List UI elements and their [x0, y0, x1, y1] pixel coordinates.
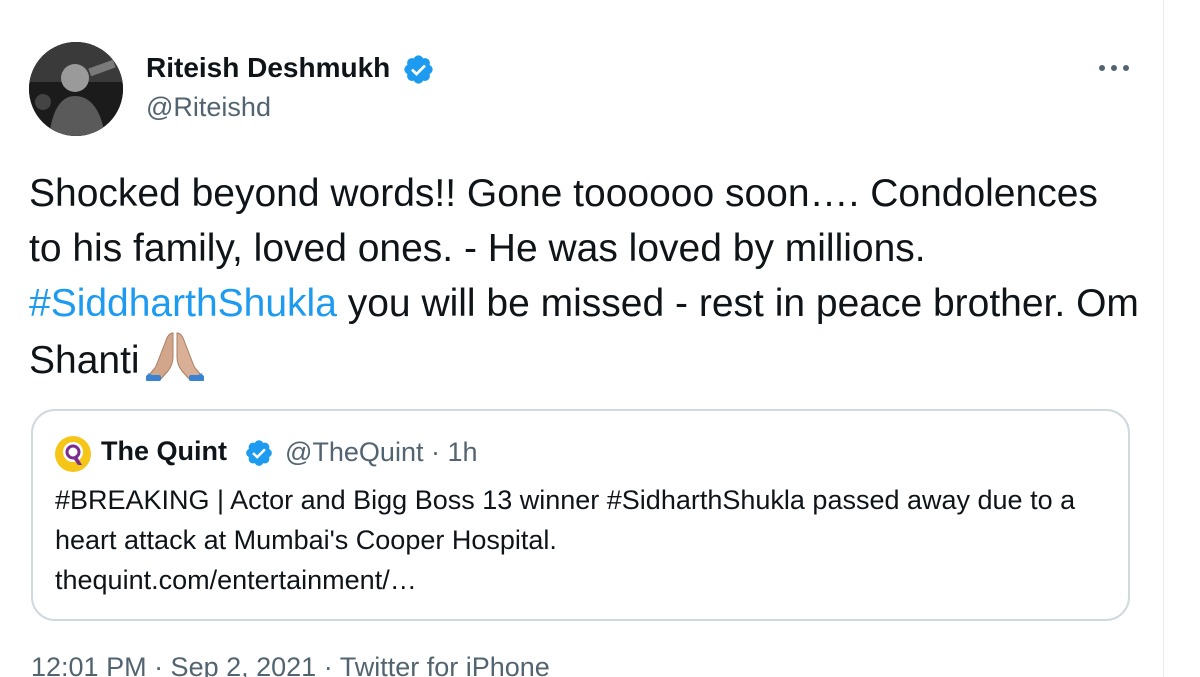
tweet-text: Shocked beyond words!! Gone toooooo soon… [29, 166, 1139, 388]
tweet-text-part: Shocked beyond words!! Gone toooooo soon… [29, 172, 1098, 270]
quoted-meta: @TheQuint · 1h [285, 437, 478, 468]
tweet-timestamp[interactable]: 12:01 PM · Sep 2, 2021 · Twitter for iPh… [31, 652, 550, 677]
hashtag-link[interactable]: #SiddharthShukla [29, 282, 337, 325]
the-quint-logo-icon [55, 436, 91, 472]
author-avatar[interactable] [29, 42, 123, 136]
meta-separator: · [423, 437, 448, 467]
folded-hands-icon [145, 332, 204, 381]
more-options-icon[interactable] [1094, 52, 1134, 84]
verified-badge-icon [404, 55, 433, 84]
verified-badge-icon [246, 440, 272, 466]
quoted-tweet-text: #BREAKING | Actor and Bigg Boss 13 winne… [55, 480, 1115, 600]
tweet-page: Riteish Deshmukh @Riteishd Shocked beyon… [0, 0, 1200, 677]
quoted-author-name[interactable]: The Quint [101, 436, 227, 467]
quoted-link[interactable]: thequint.com/entertainment/… [55, 560, 1115, 600]
quoted-time[interactable]: 1h [447, 437, 477, 467]
author-name[interactable]: Riteish Deshmukh [146, 52, 390, 84]
author-handle[interactable]: @Riteishd [146, 92, 271, 123]
avatar-photo-icon [29, 42, 123, 136]
column-divider [1163, 0, 1164, 677]
quoted-text-body: #BREAKING | Actor and Bigg Boss 13 winne… [55, 485, 1076, 555]
quoted-author-handle[interactable]: @TheQuint [285, 437, 423, 467]
